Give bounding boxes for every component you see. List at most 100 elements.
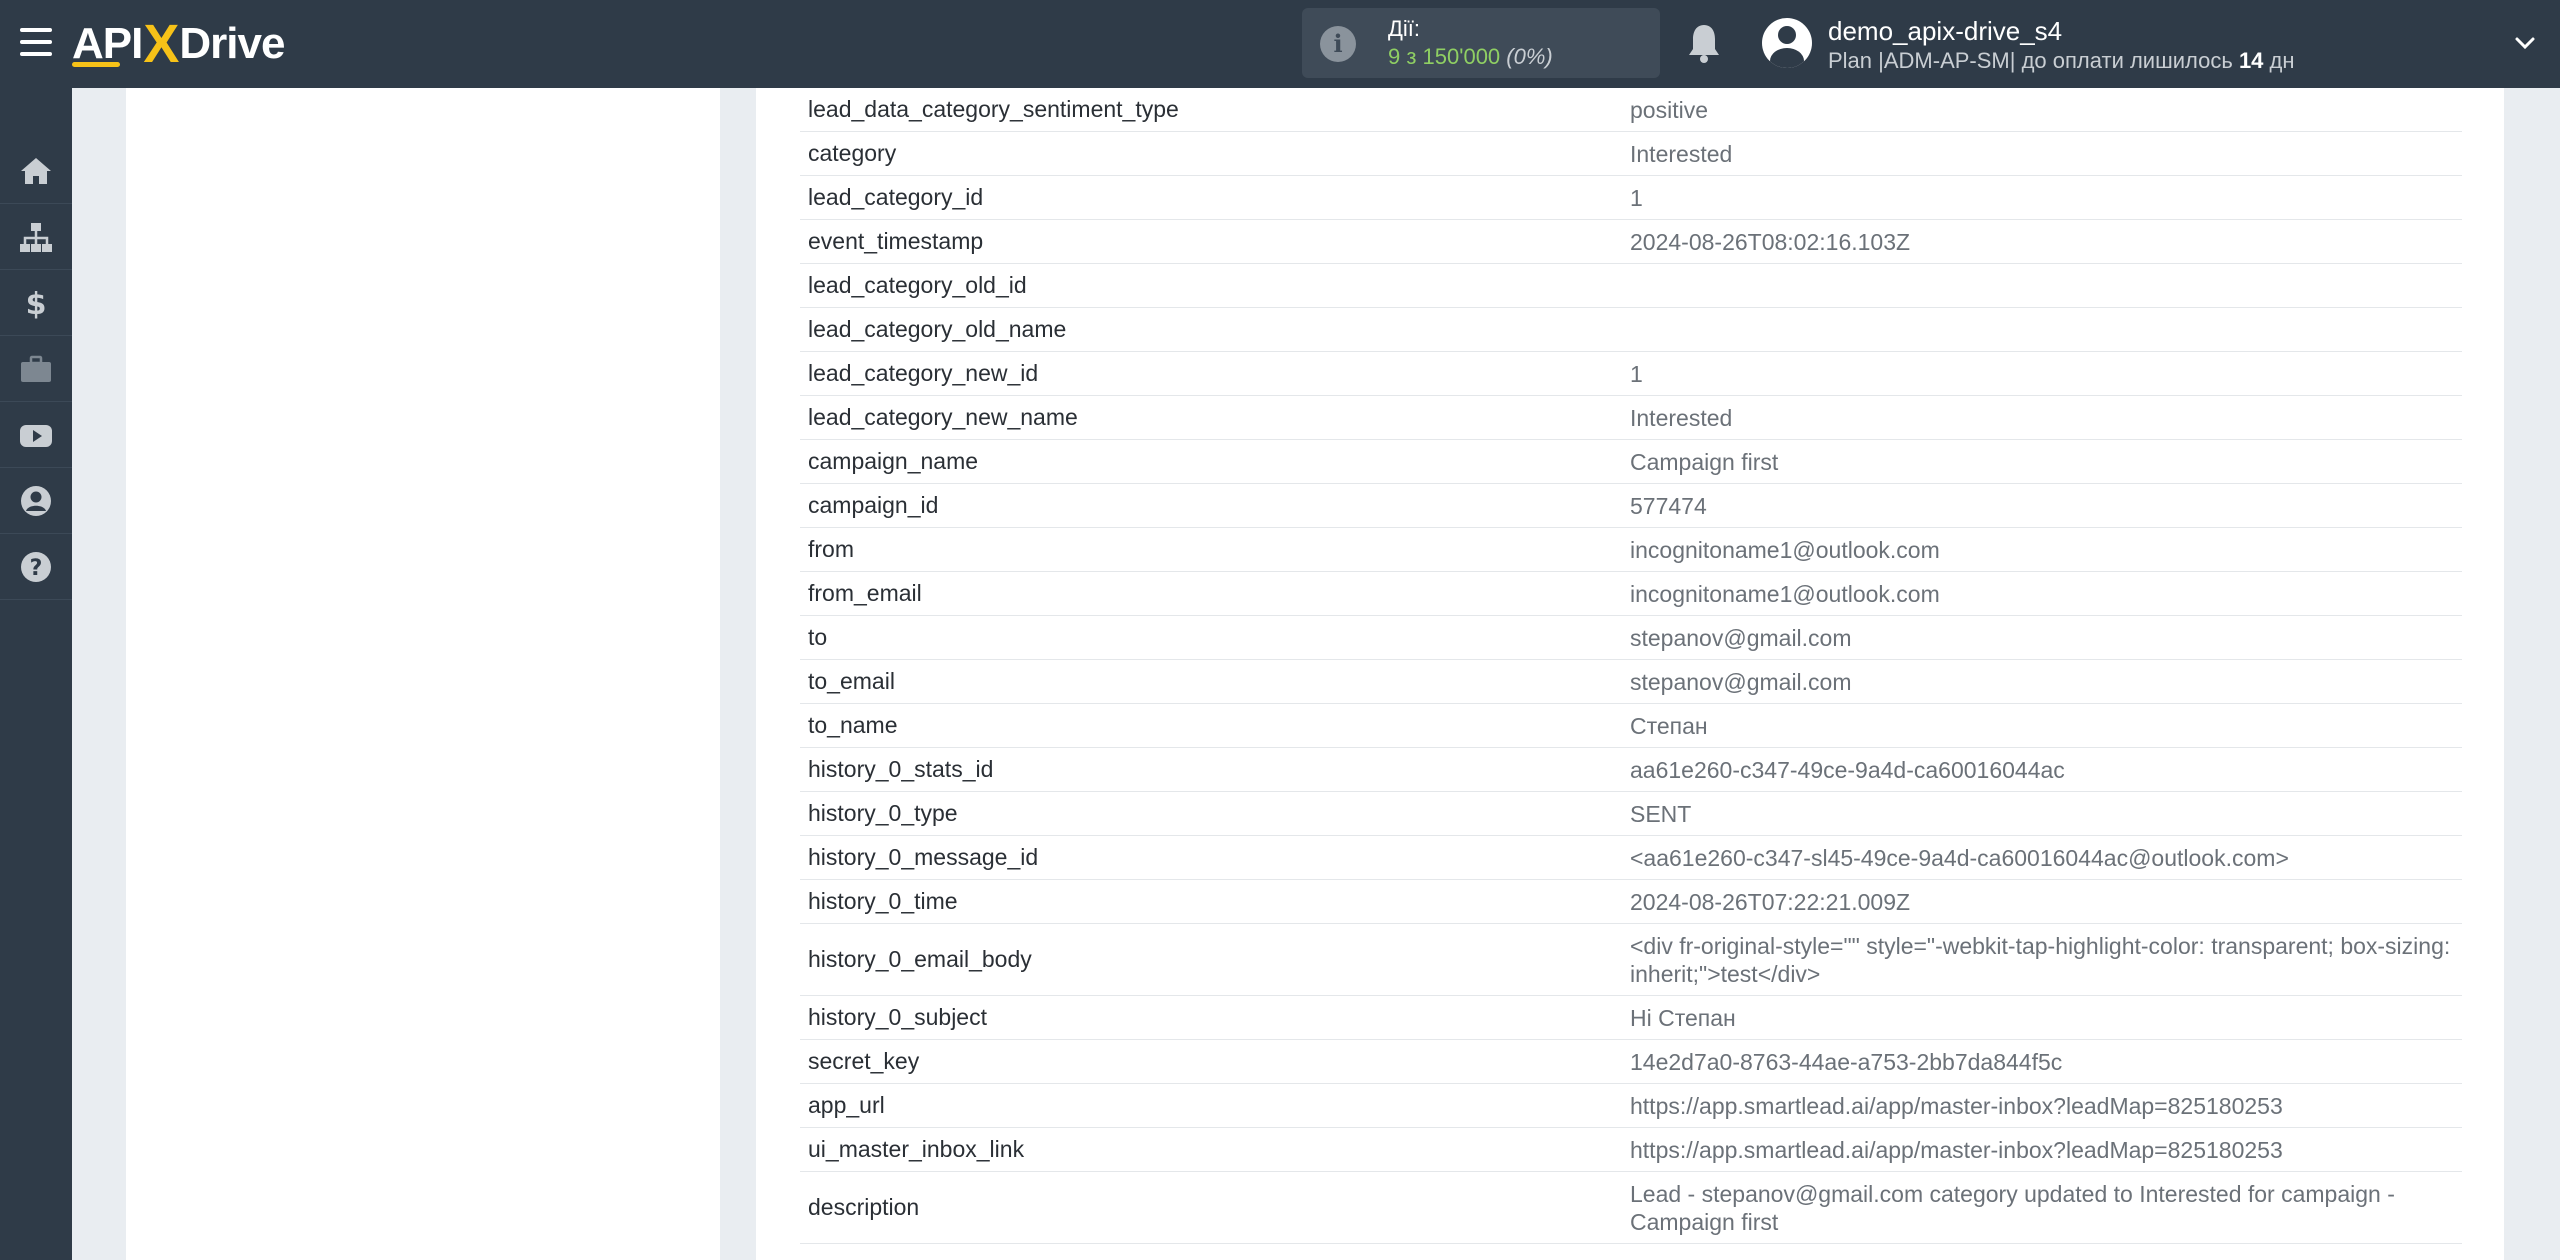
field-value: 2024-08-26T07:22:21.009Z — [1630, 888, 1911, 915]
actions-percent: (0%) — [1506, 44, 1553, 69]
field-value: Interested — [1630, 404, 1733, 431]
table-row: from_email incognitoname1@outlook.com — [800, 572, 2462, 616]
field-value: incognitoname1@outlook.com — [1630, 536, 1940, 563]
table-row: history_0_stats_id aa61e260-c347-49ce-9a4… — [800, 748, 2462, 792]
sidebar-item-video[interactable] — [0, 402, 72, 468]
logo-x: X — [143, 14, 179, 74]
table-row: lead_category_old_name — [800, 308, 2462, 352]
field-key: to_email — [808, 668, 895, 694]
table-row: history_0_email_body <div fr-original-sty… — [800, 924, 2462, 996]
youtube-icon — [20, 424, 52, 447]
field-value: Lead - stepanov@gmail.com category updat… — [1630, 1180, 2395, 1235]
field-key: history_0_time — [808, 888, 958, 914]
sidebar-item-connections[interactable] — [0, 204, 72, 270]
field-key: lead_category_new_id — [808, 360, 1039, 386]
field-value: 1 — [1630, 360, 1643, 387]
field-key: event_timestamp — [808, 228, 984, 254]
table-row: to stepanov@gmail.com — [800, 616, 2462, 660]
field-key: campaign_name — [808, 448, 979, 474]
table-row: history_0_message_id <aa61e260-c347-sl45-… — [800, 836, 2462, 880]
actions-label: Дії: — [1388, 16, 1421, 41]
field-value: 14e2d7a0-8763-44ae-a753-2bb7da844f5c — [1630, 1048, 2063, 1075]
actions-count: 9 з 150'000 (0%) — [1388, 44, 1553, 70]
table-row: history_0_type SENT — [800, 792, 2462, 836]
table-row: category Interested — [800, 132, 2462, 176]
table-row: app_url https://app.smartlead.ai/app/mast… — [800, 1084, 2462, 1128]
info-icon: i — [1320, 26, 1356, 62]
field-key: history_0_subject — [808, 1004, 987, 1030]
briefcase-icon — [21, 355, 51, 382]
field-key: ui_master_inbox_link — [808, 1136, 1025, 1162]
field-value: https://app.smartlead.ai/app/master-inbo… — [1630, 1092, 2283, 1119]
help-icon: ? — [21, 551, 51, 582]
sitemap-icon — [20, 222, 52, 252]
table-row: history_0_time 2024-08-26T07:22:21.009Z — [800, 880, 2462, 924]
field-key: lead_category_old_id — [808, 272, 1027, 298]
field-key: from_email — [808, 580, 922, 606]
bell-icon[interactable] — [1686, 22, 1722, 64]
avatar[interactable] — [1762, 18, 1812, 68]
table-row: lead_data_category_sentiment_type positiv… — [800, 88, 2462, 132]
table-row: lead_category_new_id 1 — [800, 352, 2462, 396]
field-value: stepanov@gmail.com — [1630, 624, 1852, 651]
plan-days: 14 — [2238, 48, 2264, 73]
top-bar: API X Drive i Дії: 9 з 150'000 (0%) demo_a… — [0, 0, 2560, 88]
field-value: <div fr-original-style="" style="-webkit… — [1630, 932, 2451, 987]
sidebar-item-home[interactable] — [0, 138, 72, 204]
field-key: to — [808, 624, 828, 650]
field-value: 577474 — [1630, 492, 1707, 519]
table-row: to_name Степан — [800, 704, 2462, 748]
table-row: campaign_id 577474 — [800, 484, 2462, 528]
field-value: SENT — [1630, 800, 1692, 827]
table-row: history_0_subject Hi Степан — [800, 996, 2462, 1040]
table-row: ui_master_inbox_link https://app.smartlea… — [800, 1128, 2462, 1172]
table-row: from incognitoname1@outlook.com — [800, 528, 2462, 572]
field-key: lead_data_category_sentiment_type — [808, 96, 1179, 122]
field-value: Campaign first — [1630, 448, 1779, 475]
field-key: description — [808, 1194, 920, 1220]
field-key: history_0_email_body — [808, 946, 1032, 972]
field-value: incognitoname1@outlook.com — [1630, 580, 1940, 607]
table-row: event_timestamp 2024-08-26T08:02:16.103Z — [800, 220, 2462, 264]
dollar-icon: $ — [26, 287, 47, 321]
field-key: lead_category_new_name — [808, 404, 1078, 430]
table-row: lead_category_old_id — [800, 264, 2462, 308]
logo-text-right: Drive — [179, 19, 285, 68]
svg-text:?: ? — [30, 556, 43, 581]
table-row: to_email stepanov@gmail.com — [800, 660, 2462, 704]
field-key: lead_category_id — [808, 184, 984, 210]
field-key: history_0_type — [808, 800, 958, 826]
user-circle-icon — [21, 485, 51, 516]
actions-count-value: 9 з 150'000 — [1388, 44, 1501, 69]
chevron-down-icon[interactable] — [2514, 32, 2536, 54]
field-key: history_0_message_id — [808, 844, 1039, 870]
svg-text:$: $ — [26, 287, 47, 321]
logo-underline — [72, 62, 120, 67]
table-row: campaign_name Campaign first — [800, 440, 2462, 484]
sidebar-item-help[interactable]: ? — [0, 534, 72, 600]
menu-icon[interactable] — [20, 28, 52, 56]
field-key: campaign_id — [808, 492, 939, 518]
field-key: category — [808, 140, 897, 166]
sidebar-item-billing[interactable]: $ — [0, 270, 72, 336]
sidebar-item-services[interactable] — [0, 336, 72, 402]
field-value: Степан — [1630, 712, 1708, 739]
sidebar: $ ? — [0, 88, 72, 1260]
field-key: app_url — [808, 1092, 885, 1118]
field-value: 2024-08-26T08:02:16.103Z — [1630, 228, 1911, 255]
field-key: to_name — [808, 712, 898, 738]
field-key: history_0_stats_id — [808, 756, 994, 782]
sidebar-item-account[interactable] — [0, 468, 72, 534]
plan-suffix: дн — [2263, 48, 2295, 73]
user-plan: Plan |ADM-AP-SM| до оплати лишилось 14 д… — [1828, 48, 2295, 74]
table-row: secret_key 14e2d7a0-8763-44ae-a753-2bb7da… — [800, 1040, 2462, 1084]
field-value: stepanov@gmail.com — [1630, 668, 1852, 695]
field-value: <aa61e260-c347-sl45-49ce-9a4d-ca60016044… — [1630, 844, 2289, 871]
field-key: lead_category_old_name — [808, 316, 1067, 342]
data-table: lead_data_category_sentiment_type positiv… — [800, 88, 2462, 1244]
field-value: https://app.smartlead.ai/app/master-inbo… — [1630, 1136, 2283, 1163]
table-row: description Lead - stepanov@gmail.com cat… — [800, 1172, 2462, 1244]
field-value: Interested — [1630, 140, 1733, 167]
user-name[interactable]: demo_apix-drive_s4 — [1828, 16, 2062, 47]
actions-counter[interactable]: i Дії: 9 з 150'000 (0%) — [1302, 8, 1660, 78]
